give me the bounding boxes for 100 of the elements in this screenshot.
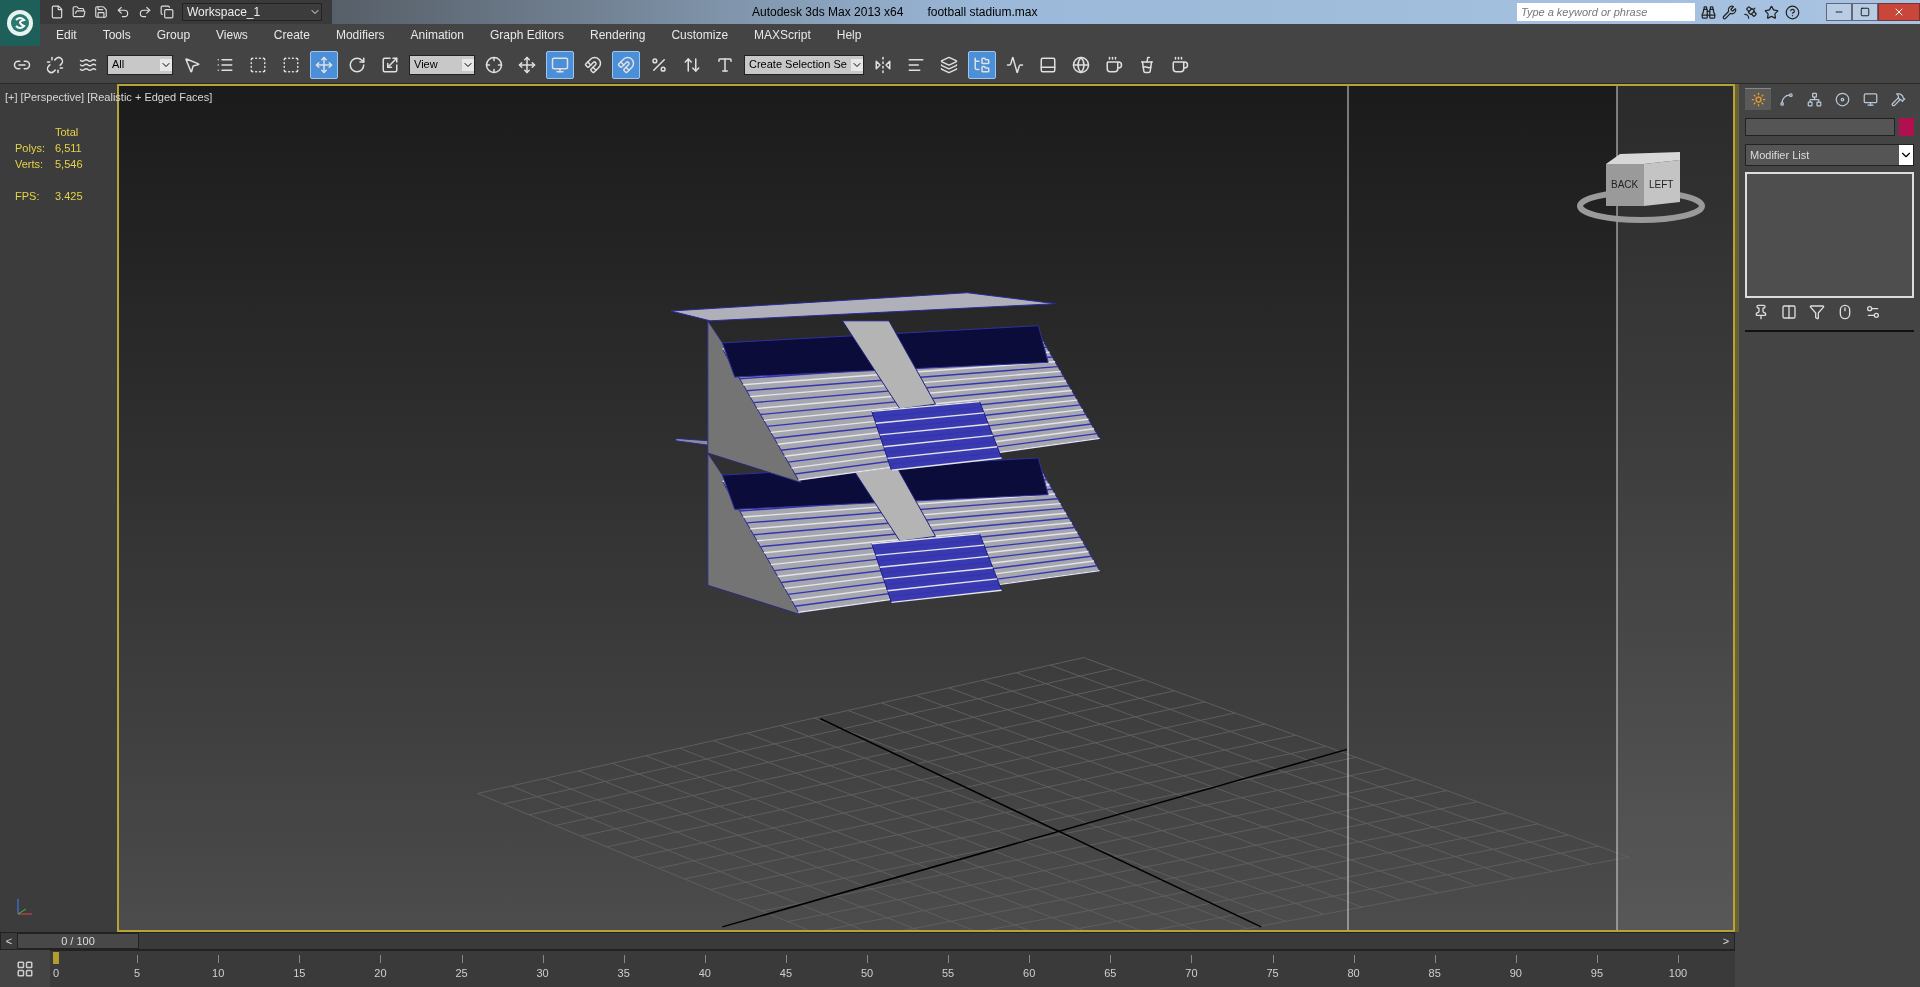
stat-label: FPS: bbox=[15, 189, 41, 204]
menu-item[interactable]: Views bbox=[216, 26, 248, 44]
binoculars-icon[interactable] bbox=[1701, 4, 1716, 20]
mouse-icon[interactable] bbox=[1837, 304, 1853, 320]
viewcube-face-label: LEFT bbox=[1649, 179, 1674, 190]
stat-value: 6,511 bbox=[55, 141, 82, 156]
menu-item[interactable]: Graph Editors bbox=[489, 26, 564, 44]
frame-number: 60 bbox=[1023, 966, 1036, 981]
frame-number: 50 bbox=[860, 966, 874, 981]
frame-number: 100 bbox=[1668, 966, 1688, 981]
viewcube-face-label: BACK bbox=[1611, 179, 1639, 190]
window-title: Autodesk 3ds Max 2013 x64 bbox=[752, 4, 904, 21]
menu-item[interactable]: Modifiers bbox=[335, 26, 385, 44]
search-field[interactable]: Type a keyword or phrase bbox=[1517, 3, 1695, 21]
caret-icon bbox=[1899, 145, 1913, 165]
satellite-icon[interactable] bbox=[1743, 4, 1758, 20]
timeline-track[interactable]: 0 5 10 15 20 25 30 35 40 45 50 55 60 65 70 75 80 85 90 95 100 bbox=[50, 950, 1735, 987]
frame-number: 10 bbox=[212, 966, 225, 981]
configure-icon[interactable] bbox=[1865, 304, 1881, 320]
frame-number: 55 bbox=[941, 966, 955, 981]
hierarchy-icon bbox=[1806, 91, 1822, 107]
menu-item[interactable]: Create bbox=[273, 26, 310, 44]
caret-icon bbox=[462, 58, 474, 71]
frame-number: 80 bbox=[1347, 966, 1360, 981]
text-edit-icon bbox=[716, 55, 734, 74]
frame-number: 95 bbox=[1590, 966, 1603, 981]
toolbar-dropdown[interactable]: All bbox=[107, 54, 173, 75]
next-frame-button[interactable]: > bbox=[1718, 933, 1734, 949]
frame-number: 90 bbox=[1509, 966, 1522, 981]
menu-item[interactable]: Rendering bbox=[590, 26, 646, 44]
command-tab[interactable] bbox=[1745, 88, 1771, 110]
monitor-icon bbox=[1862, 91, 1878, 107]
minimize-button[interactable] bbox=[1826, 3, 1852, 21]
frame-number: 40 bbox=[698, 966, 711, 981]
time-slider-thumb[interactable]: 0 / 100 bbox=[17, 933, 139, 949]
color-swatch[interactable] bbox=[1899, 118, 1914, 136]
stat-value: 5,546 bbox=[55, 157, 83, 172]
magnet-icon bbox=[584, 55, 602, 74]
pointer-icon bbox=[183, 55, 201, 74]
frame-number: 45 bbox=[779, 966, 792, 981]
toolbar-button[interactable] bbox=[967, 50, 996, 79]
menu-item[interactable]: Help bbox=[836, 26, 862, 44]
menu-item[interactable]: MAXScript bbox=[754, 26, 811, 44]
frame-number: 70 bbox=[1185, 966, 1198, 981]
curve-icon bbox=[1778, 91, 1794, 107]
undo-icon[interactable] bbox=[116, 5, 130, 19]
folder-icon[interactable] bbox=[72, 5, 86, 19]
menu-item[interactable]: Customize bbox=[671, 26, 729, 44]
new-file-icon[interactable] bbox=[50, 5, 64, 19]
toolbar-dropdown[interactable]: View bbox=[409, 54, 475, 75]
wrench-icon[interactable] bbox=[1722, 4, 1737, 20]
menu-item[interactable]: Animation bbox=[410, 26, 464, 44]
frame-number: 35 bbox=[617, 966, 630, 981]
frame-number: 30 bbox=[536, 966, 549, 981]
workspace-dropdown[interactable]: Workspace_1 bbox=[182, 3, 322, 21]
crosshair-icon bbox=[485, 55, 503, 74]
modifier-stack[interactable] bbox=[1745, 172, 1914, 298]
menu-item[interactable]: Edit bbox=[56, 26, 77, 44]
toolbar-button[interactable] bbox=[612, 50, 640, 79]
layers-icon bbox=[939, 55, 958, 74]
bars-icon[interactable] bbox=[1781, 304, 1797, 320]
frame-number: 5 bbox=[134, 966, 141, 981]
toolbar-button[interactable] bbox=[310, 50, 338, 79]
funnel-icon[interactable] bbox=[1809, 304, 1825, 320]
app-logo[interactable] bbox=[0, 0, 40, 46]
mirror-icon bbox=[873, 55, 892, 74]
frame-number: 75 bbox=[1266, 966, 1279, 981]
frame-number: 25 bbox=[455, 966, 468, 981]
help-icon[interactable] bbox=[1785, 4, 1800, 20]
previous-frame-button[interactable]: < bbox=[1, 933, 17, 949]
modifier-list-dropdown[interactable]: Modifier List bbox=[1745, 144, 1914, 166]
menu-item[interactable]: Group bbox=[156, 26, 191, 44]
name-field[interactable] bbox=[1745, 118, 1895, 136]
menu-item[interactable]: Tools bbox=[102, 26, 131, 44]
frame-number: 85 bbox=[1428, 966, 1441, 981]
frame-number: 65 bbox=[1104, 966, 1117, 981]
move-icon bbox=[315, 55, 333, 74]
save-icon[interactable] bbox=[94, 5, 108, 19]
frame-number: 0 bbox=[52, 966, 60, 981]
toolbar-dropdown[interactable]: Create Selection Se bbox=[744, 54, 864, 75]
screen-icon bbox=[551, 55, 569, 74]
viewcube[interactable]: BACK LEFT bbox=[1576, 150, 1706, 224]
maximize-button[interactable] bbox=[1852, 3, 1878, 21]
star-icon[interactable] bbox=[1764, 4, 1779, 20]
toolbar-button[interactable] bbox=[546, 50, 574, 79]
file-name: football stadium.max bbox=[927, 4, 1038, 21]
close-button[interactable] bbox=[1878, 3, 1920, 21]
scale-icon bbox=[381, 55, 399, 74]
stat-label: Polys: bbox=[15, 141, 46, 156]
dashed-square-icon bbox=[249, 55, 267, 74]
rotate-icon bbox=[348, 55, 366, 74]
sphere-icon bbox=[1071, 55, 1090, 74]
redo-icon[interactable] bbox=[138, 5, 152, 19]
unlink-icon bbox=[46, 55, 64, 74]
frame-marker[interactable] bbox=[53, 952, 59, 964]
box-select-icon bbox=[282, 55, 300, 74]
stats-heading: Total bbox=[54, 125, 80, 140]
pin-icon[interactable] bbox=[1753, 304, 1769, 320]
frame-number: 20 bbox=[374, 966, 387, 981]
percent-icon bbox=[650, 55, 668, 74]
